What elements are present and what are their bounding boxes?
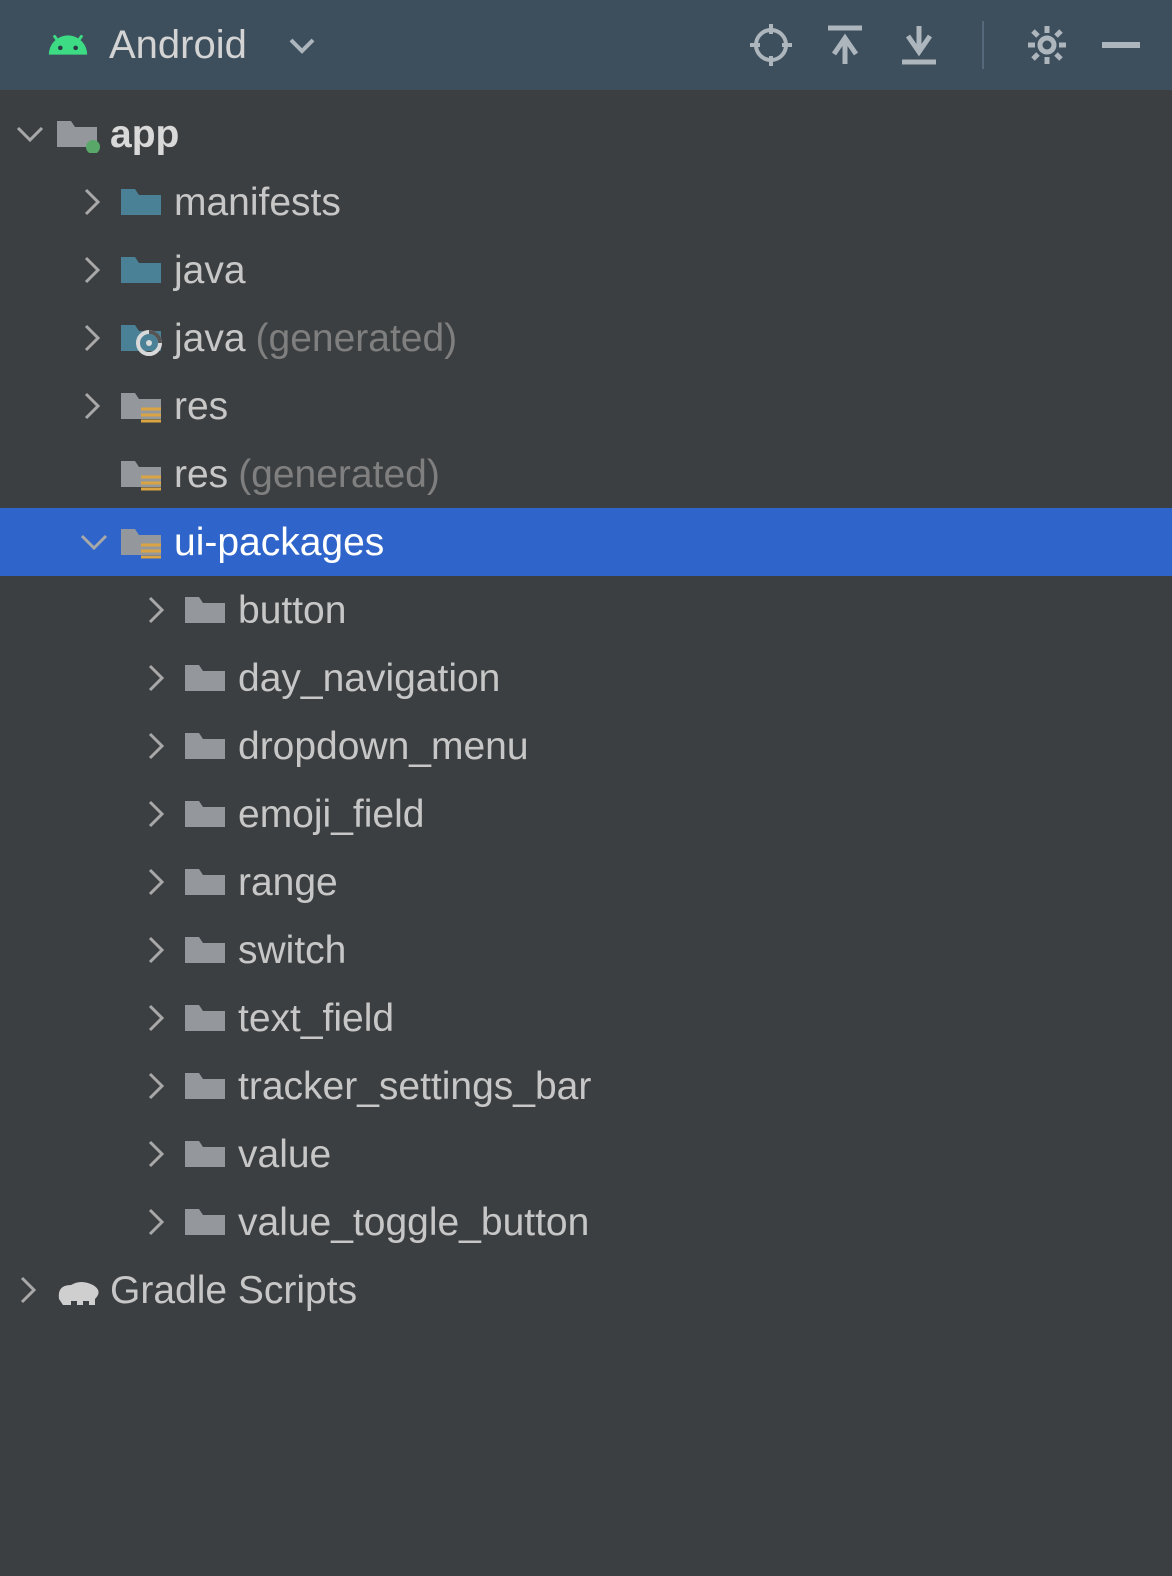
chevron-right-icon[interactable] [136, 1208, 180, 1236]
android-icon [45, 31, 91, 59]
tree-node-text-field[interactable]: text_field [0, 984, 1172, 1052]
tree-label: res [168, 387, 228, 426]
chevron-right-icon[interactable] [136, 1072, 180, 1100]
tree-node-emoji-field[interactable]: emoji_field [0, 780, 1172, 848]
tree-node-button[interactable]: button [0, 576, 1172, 644]
tree-node-tracker-settings-bar[interactable]: tracker_settings_bar [0, 1052, 1172, 1120]
project-tree: app manifests java java (generated) res … [0, 90, 1172, 1324]
folder-icon [180, 999, 232, 1037]
folder-icon [180, 659, 232, 697]
tree-label: java [168, 251, 246, 290]
tree-suffix: (generated) [246, 319, 458, 358]
folder-icon [180, 931, 232, 969]
tree-label: dropdown_menu [232, 727, 529, 766]
chevron-right-icon[interactable] [72, 392, 116, 420]
tree-node-day-navigation[interactable]: day_navigation [0, 644, 1172, 712]
tree-node-java[interactable]: java [0, 236, 1172, 304]
chevron-right-icon[interactable] [136, 732, 180, 760]
tree-label: day_navigation [232, 659, 500, 698]
tree-node-dropdown-menu[interactable]: dropdown_menu [0, 712, 1172, 780]
resource-folder-icon [116, 387, 168, 425]
tree-label: manifests [168, 183, 341, 222]
tree-label: ui-packages [168, 523, 384, 562]
tree-label: java [168, 319, 246, 358]
chevron-right-icon[interactable] [136, 664, 180, 692]
chevron-right-icon[interactable] [136, 1004, 180, 1032]
tree-label: app [104, 115, 179, 154]
tree-node-java-generated[interactable]: java (generated) [0, 304, 1172, 372]
resource-folder-icon [116, 523, 168, 561]
tree-label: switch [232, 931, 346, 970]
tree-label: value [232, 1135, 331, 1174]
tree-node-value[interactable]: value [0, 1120, 1172, 1188]
settings-button[interactable] [1026, 24, 1068, 66]
tree-node-range[interactable]: range [0, 848, 1172, 916]
folder-icon [180, 1067, 232, 1105]
tree-label: emoji_field [232, 795, 424, 834]
tree-suffix: (generated) [228, 455, 440, 494]
tree-node-res-generated[interactable]: res (generated) [0, 440, 1172, 508]
toolbar-divider [982, 21, 984, 69]
tree-label: tracker_settings_bar [232, 1067, 591, 1106]
chevron-down-icon[interactable] [8, 120, 52, 148]
chevron-right-icon[interactable] [72, 256, 116, 284]
expand-all-button[interactable] [824, 24, 866, 66]
project-toolbar: Android [0, 0, 1172, 90]
view-selector[interactable]: Android [45, 23, 738, 68]
folder-icon [116, 251, 168, 289]
folder-icon [180, 727, 232, 765]
hide-panel-button[interactable] [1100, 24, 1142, 66]
tree-node-app[interactable]: app [0, 100, 1172, 168]
chevron-right-icon[interactable] [136, 868, 180, 896]
chevron-right-icon[interactable] [136, 936, 180, 964]
tree-label: button [232, 591, 346, 630]
tree-label: text_field [232, 999, 394, 1038]
chevron-down-icon[interactable] [72, 528, 116, 556]
tree-node-value-toggle-button[interactable]: value_toggle_button [0, 1188, 1172, 1256]
tree-node-res[interactable]: res [0, 372, 1172, 440]
tree-node-manifests[interactable]: manifests [0, 168, 1172, 236]
folder-icon [180, 591, 232, 629]
tree-node-gradle-scripts[interactable]: Gradle Scripts [0, 1256, 1172, 1324]
resource-folder-icon [116, 455, 168, 493]
tree-node-switch[interactable]: switch [0, 916, 1172, 984]
tree-label: value_toggle_button [232, 1203, 589, 1242]
dropdown-chevron-icon [289, 36, 315, 54]
module-folder-icon [52, 115, 104, 153]
folder-icon [180, 1135, 232, 1173]
chevron-right-icon[interactable] [136, 800, 180, 828]
collapse-all-button[interactable] [898, 24, 940, 66]
folder-icon [180, 863, 232, 901]
chevron-right-icon[interactable] [136, 1140, 180, 1168]
tree-label: Gradle Scripts [104, 1271, 357, 1310]
chevron-right-icon[interactable] [8, 1276, 52, 1304]
folder-icon [180, 1203, 232, 1241]
tree-node-ui-packages[interactable]: ui-packages [0, 508, 1172, 576]
folder-icon [116, 183, 168, 221]
chevron-right-icon[interactable] [136, 596, 180, 624]
generated-folder-icon [116, 319, 168, 357]
chevron-right-icon[interactable] [72, 324, 116, 352]
gradle-icon [52, 1271, 104, 1309]
tree-label: range [232, 863, 338, 902]
select-opened-file-button[interactable] [750, 24, 792, 66]
view-label: Android [109, 23, 247, 68]
tree-label: res [168, 455, 228, 494]
chevron-right-icon[interactable] [72, 188, 116, 216]
folder-icon [180, 795, 232, 833]
